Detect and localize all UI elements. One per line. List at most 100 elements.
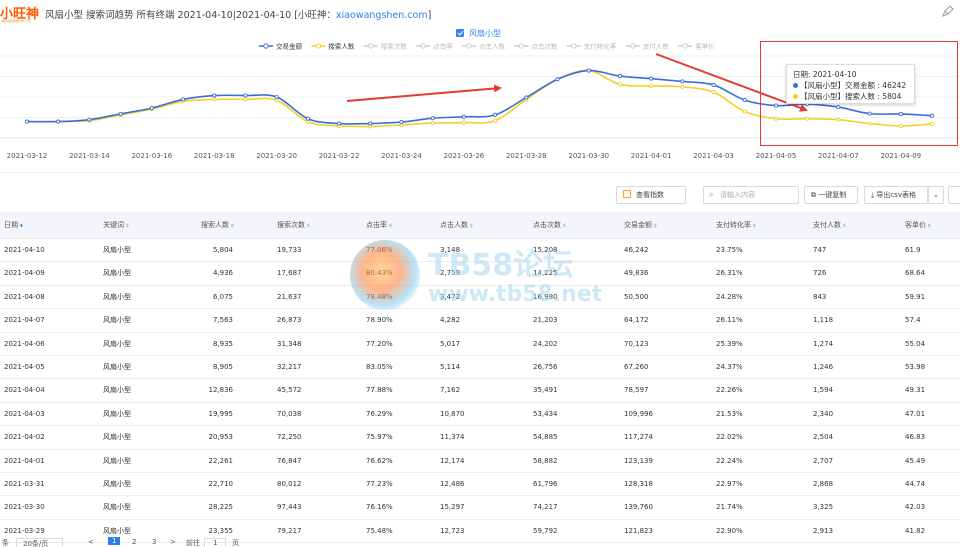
data-point[interactable] (680, 79, 685, 84)
data-point[interactable] (493, 118, 498, 123)
column-header[interactable]: 客单价 ⬨ (905, 212, 931, 239)
brush-icon[interactable] (942, 5, 954, 17)
view-index-button[interactable]: 查看指数 (616, 186, 686, 204)
data-point[interactable] (742, 109, 747, 114)
data-point[interactable] (586, 68, 591, 73)
sort-icon[interactable]: ⬨ (563, 222, 566, 229)
column-header[interactable]: 点击人数 ⬨ (440, 212, 473, 239)
data-point[interactable] (305, 116, 310, 121)
table-cell: 70,038 (277, 409, 302, 418)
data-point[interactable] (430, 116, 435, 121)
data-point[interactable] (368, 121, 373, 126)
goto-label: 前往 (186, 539, 200, 547)
legend-item[interactable]: 搜索次数 (363, 42, 408, 51)
data-point[interactable] (149, 106, 154, 111)
data-point[interactable] (243, 93, 248, 98)
data-point[interactable] (617, 82, 622, 87)
export-dropdown-button[interactable]: ⌄ (928, 186, 944, 204)
search-input[interactable]: ⌕ 请输入内容 (703, 186, 799, 204)
data-point[interactable] (274, 94, 279, 100)
x-tick-label: 2021-03-26 (444, 152, 485, 160)
data-point[interactable] (180, 97, 186, 102)
legend-item[interactable]: 点击人数 (462, 42, 506, 51)
data-point[interactable] (461, 114, 466, 119)
data-point[interactable] (711, 90, 716, 95)
section-divider (0, 172, 960, 173)
legend-item[interactable]: 点击率 (416, 42, 453, 51)
data-point[interactable] (555, 77, 560, 82)
sort-icon[interactable]: ⬨ (843, 222, 846, 229)
column-header[interactable]: 日期 ⬧ (4, 212, 23, 239)
data-point[interactable] (56, 119, 61, 124)
table-cell: 14,225 (533, 269, 558, 278)
table-cell: 47.01 (905, 409, 926, 418)
table-cell: 53.98 (905, 362, 926, 371)
export-csv-button[interactable]: ⤓ 导出csv表格 (864, 186, 928, 204)
page-3-button[interactable]: 3 (152, 538, 156, 546)
data-point[interactable] (24, 119, 30, 124)
data-point[interactable] (274, 98, 279, 103)
data-point[interactable] (649, 83, 654, 88)
column-header[interactable]: 交易金额 ⬨ (624, 212, 657, 239)
sort-icon[interactable]: ⬨ (307, 222, 310, 229)
legend-item[interactable]: 客单价 (678, 42, 715, 51)
legend-item[interactable]: 搜索人数 (311, 42, 355, 51)
x-tick-label: 2021-04-07 (818, 152, 859, 160)
legend-item[interactable]: 支付转化率 (566, 42, 617, 51)
column-header[interactable]: 搜索人数 ⬨ (201, 212, 234, 239)
sort-icon[interactable]: ⬨ (126, 222, 129, 229)
data-point[interactable] (524, 95, 529, 100)
data-point[interactable] (430, 120, 435, 126)
copy-button[interactable]: ⧉ 一键复制 (804, 186, 858, 204)
table-cell: 2021-04-07 (4, 316, 45, 325)
site-link[interactable]: xiaowangshen.com (336, 10, 428, 21)
sort-icon[interactable]: ⬨ (753, 222, 756, 229)
legend-item[interactable]: 点击次数 (514, 42, 558, 51)
column-header[interactable]: 支付人数 ⬨ (813, 212, 846, 239)
data-point[interactable] (87, 117, 92, 122)
data-point[interactable] (461, 120, 466, 125)
table-cell: 2,340 (813, 409, 834, 418)
data-point[interactable] (742, 98, 747, 103)
sort-icon[interactable]: ⬨ (470, 222, 473, 229)
x-tick-label: 2021-03-12 (7, 152, 48, 160)
next-page-button[interactable]: > (170, 538, 176, 546)
table-cell: 11,374 (440, 433, 465, 442)
x-tick-label: 2021-03-16 (131, 152, 172, 160)
extra-toolbar-button[interactable] (948, 186, 960, 204)
x-tick-label: 2021-04-03 (693, 152, 734, 160)
sort-icon[interactable]: ⬨ (389, 222, 392, 229)
data-point[interactable] (118, 111, 123, 116)
data-point[interactable] (243, 97, 248, 102)
column-header[interactable]: 点击率 ⬨ (366, 212, 392, 239)
data-point[interactable] (337, 121, 342, 126)
page-2-button[interactable]: 2 (132, 538, 136, 546)
sort-icon[interactable]: ⬨ (654, 222, 657, 229)
column-header[interactable]: 点击次数 ⬨ (533, 212, 566, 239)
series-toggle[interactable]: 风扇小型 (456, 28, 501, 38)
goto-input[interactable]: 1 (204, 538, 227, 547)
column-header[interactable]: 搜索次数 ⬨ (277, 212, 310, 239)
data-point[interactable] (680, 84, 685, 89)
legend-item[interactable]: 支付人数 (625, 42, 670, 51)
checkbox-icon[interactable] (623, 190, 631, 198)
sort-icon[interactable]: ⬨ (928, 222, 931, 229)
data-point[interactable] (493, 112, 498, 117)
toggle-checkbox-icon[interactable] (456, 29, 464, 37)
column-header[interactable]: 支付转化率 ⬨ (716, 212, 756, 239)
data-point[interactable] (617, 74, 622, 79)
data-point[interactable] (649, 76, 654, 81)
data-point[interactable] (711, 82, 716, 87)
sort-icon[interactable]: ⬧ (20, 222, 23, 229)
sort-icon[interactable]: ⬨ (231, 222, 234, 229)
data-point[interactable] (212, 97, 217, 102)
column-header[interactable]: 关键词 ⬨ (103, 212, 129, 239)
data-point[interactable] (212, 93, 217, 98)
page-size-select[interactable]: 20条/页 (16, 538, 64, 547)
legend-item[interactable]: 交易金额 (259, 42, 303, 51)
legend-label: 客单价 (695, 42, 715, 51)
data-point[interactable] (399, 120, 404, 125)
page-1-button[interactable]: 1 (108, 537, 121, 545)
x-tick-label: 2021-03-24 (381, 152, 422, 160)
prev-page-button[interactable]: < (88, 538, 94, 546)
